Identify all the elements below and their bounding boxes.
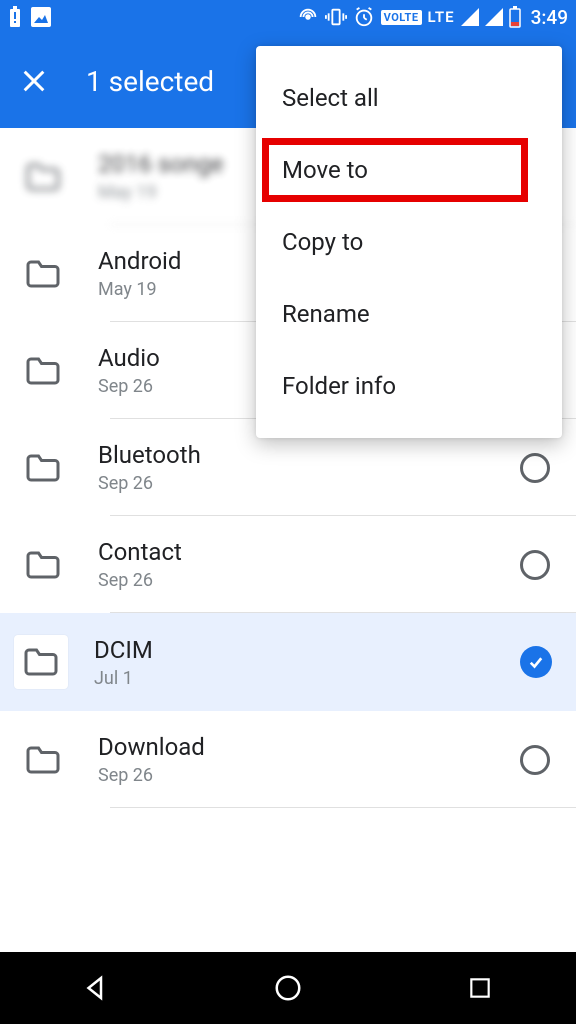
menu-item-select-all[interactable]: Select all <box>256 62 562 134</box>
folder-row[interactable]: Contact Sep 26 <box>0 516 576 613</box>
image-icon <box>30 6 52 28</box>
battery-icon <box>509 6 521 28</box>
folder-date: Sep 26 <box>98 473 520 494</box>
folder-icon <box>14 635 68 689</box>
status-right: VOLTE LTE 3:49 <box>297 6 568 29</box>
folder-icon <box>24 356 62 386</box>
divider <box>110 807 576 808</box>
menu-item-folder-info[interactable]: Folder info <box>256 350 562 422</box>
alarm-icon <box>353 6 375 28</box>
menu-item-move-to[interactable]: Move to <box>256 134 562 206</box>
folder-name: Bluetooth <box>98 441 520 469</box>
select-radio[interactable] <box>520 550 550 580</box>
network-label: LTE <box>428 8 455 26</box>
folder-icon <box>24 745 62 775</box>
nav-bar <box>0 952 576 1024</box>
selection-title: 1 selected <box>86 65 214 98</box>
folder-name: Download <box>98 733 520 761</box>
signal-1-icon <box>461 8 479 26</box>
clock: 3:49 <box>531 6 568 29</box>
volte-badge: VOLTE <box>381 10 422 25</box>
folder-date: Jul 1 <box>94 668 520 689</box>
folder-labels: Bluetooth Sep 26 <box>98 441 520 494</box>
folder-name: Contact <box>98 538 520 566</box>
folder-row[interactable]: Download Sep 26 <box>0 711 576 808</box>
hotspot-icon <box>297 6 319 28</box>
screen: VOLTE LTE 3:49 1 selected 2016 songeMay … <box>0 0 576 1024</box>
battery-warning-icon <box>8 6 22 28</box>
folder-row[interactable]: DCIM Jul 1 <box>0 613 576 711</box>
vibrate-icon <box>325 6 347 28</box>
status-left <box>8 6 52 28</box>
nav-home-button[interactable] <box>268 968 308 1008</box>
folder-date: Sep 26 <box>98 765 520 786</box>
select-radio[interactable] <box>520 745 550 775</box>
folder-icon <box>24 259 62 289</box>
nav-recent-button[interactable] <box>460 968 500 1008</box>
folder-labels: Download Sep 26 <box>98 733 520 786</box>
select-radio[interactable] <box>520 453 550 483</box>
nav-back-button[interactable] <box>76 968 116 1008</box>
folder-date: Sep 26 <box>98 570 520 591</box>
folder-icon <box>24 453 62 483</box>
menu-item-rename[interactable]: Rename <box>256 278 562 350</box>
checked-icon[interactable] <box>520 646 552 678</box>
signal-2-icon <box>485 8 503 26</box>
close-button[interactable] <box>18 65 50 97</box>
folder-name: DCIM <box>94 636 520 664</box>
folder-labels: Contact Sep 26 <box>98 538 520 591</box>
context-menu: Select allMove toCopy toRenameFolder inf… <box>256 46 562 438</box>
menu-item-copy-to[interactable]: Copy to <box>256 206 562 278</box>
folder-icon <box>24 162 62 192</box>
status-bar: VOLTE LTE 3:49 <box>0 0 576 34</box>
folder-icon <box>24 550 62 580</box>
folder-labels: DCIM Jul 1 <box>94 636 520 689</box>
